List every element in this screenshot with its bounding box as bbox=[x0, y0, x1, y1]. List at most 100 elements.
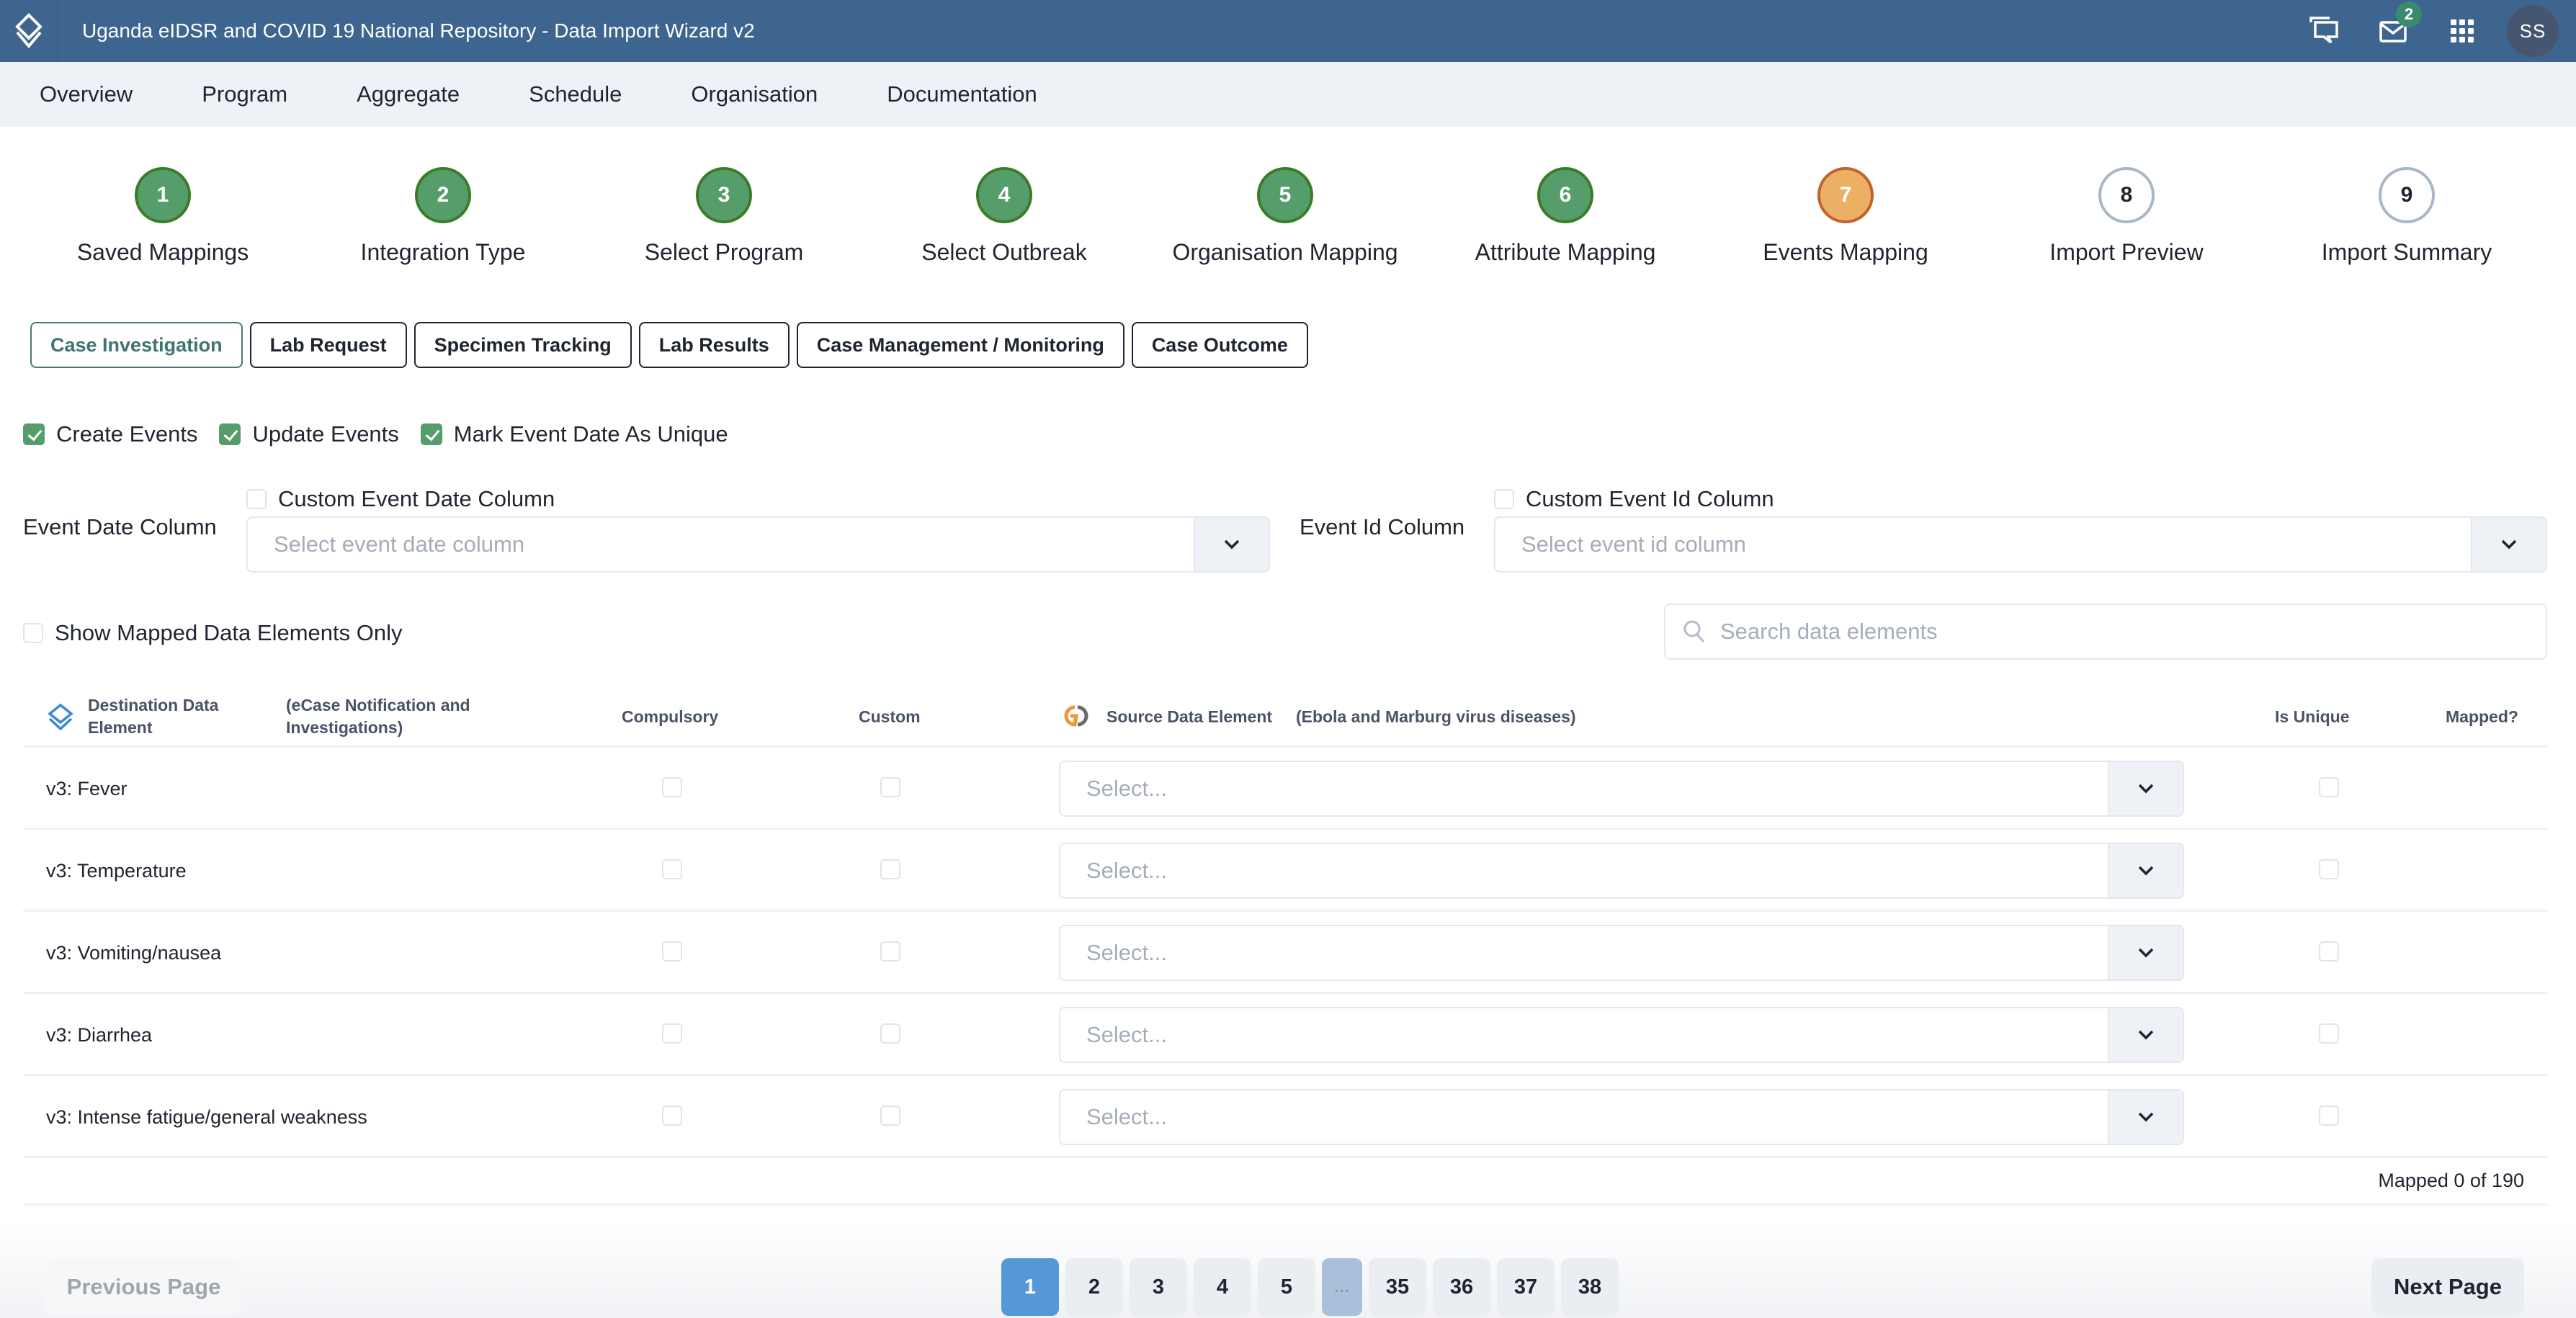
show-mapped-only-option[interactable]: Show Mapped Data Elements Only bbox=[23, 620, 402, 646]
custom-event-id-option[interactable]: Custom Event Id Column bbox=[1494, 486, 1774, 512]
destination-element-name: v3: Intense fatigue/general weakness bbox=[46, 1106, 367, 1128]
custom-checkbox[interactable] bbox=[880, 777, 900, 797]
step-select-outbreak[interactable]: 4 Select Outbreak bbox=[875, 167, 1134, 266]
event-id-column-select[interactable]: Select event id column bbox=[1494, 516, 2547, 573]
page-ellipsis[interactable]: ... bbox=[1322, 1258, 1362, 1316]
page-button-1[interactable]: 1 bbox=[1001, 1258, 1059, 1316]
is-unique-checkbox[interactable] bbox=[2319, 1023, 2339, 1044]
page-button-2[interactable]: 2 bbox=[1065, 1258, 1123, 1316]
show-mapped-only-checkbox[interactable] bbox=[23, 623, 43, 643]
source-element-select[interactable]: Select... bbox=[1059, 1007, 2184, 1063]
step-number: 5 bbox=[1257, 167, 1313, 223]
destination-element-name: v3: Diarrhea bbox=[46, 1023, 153, 1046]
source-select-placeholder: Select... bbox=[1086, 940, 1167, 965]
is-unique-checkbox[interactable] bbox=[2319, 777, 2339, 797]
source-data-element-header: Source Data Element bbox=[1106, 707, 1273, 726]
custom-checkbox[interactable] bbox=[880, 1023, 900, 1044]
step-attribute-mapping[interactable]: 6 Attribute Mapping bbox=[1436, 167, 1695, 266]
page-button-5[interactable]: 5 bbox=[1258, 1258, 1315, 1316]
chat-icon[interactable] bbox=[2289, 0, 2358, 62]
table-row: v3: Diarrhea Select... bbox=[23, 994, 2547, 1076]
compulsory-checkbox[interactable] bbox=[662, 1023, 682, 1044]
create-events-checkbox[interactable] bbox=[23, 423, 45, 445]
page-button-38[interactable]: 38 bbox=[1561, 1258, 1619, 1316]
page-button-4[interactable]: 4 bbox=[1194, 1258, 1251, 1316]
custom-event-date-option[interactable]: Custom Event Date Column bbox=[246, 486, 555, 512]
event-options: Create Events Update Events Mark Event D… bbox=[23, 421, 750, 447]
search-data-elements[interactable] bbox=[1664, 604, 2547, 660]
page-button-3[interactable]: 3 bbox=[1130, 1258, 1187, 1316]
chevron-down-icon[interactable] bbox=[2471, 518, 2546, 571]
mark-event-date-unique-option[interactable]: Mark Event Date As Unique bbox=[420, 421, 728, 447]
step-import-preview[interactable]: 8 Import Preview bbox=[1997, 167, 2256, 266]
tab-specimen-tracking[interactable]: Specimen Tracking bbox=[413, 322, 632, 368]
source-program-icon bbox=[1059, 703, 1094, 732]
page-button-36[interactable]: 36 bbox=[1433, 1258, 1490, 1316]
step-events-mapping[interactable]: 7 Events Mapping bbox=[1716, 167, 1975, 266]
mapped-count: Mapped 0 of 190 bbox=[2378, 1170, 2524, 1191]
tab-lab-results[interactable]: Lab Results bbox=[638, 322, 790, 368]
is-unique-checkbox[interactable] bbox=[2319, 859, 2339, 879]
page-button-35[interactable]: 35 bbox=[1369, 1258, 1426, 1316]
event-date-column-select[interactable]: Select event date column bbox=[246, 516, 1270, 573]
step-number: 9 bbox=[2379, 167, 2435, 223]
custom-event-id-checkbox[interactable] bbox=[1494, 489, 1514, 509]
source-element-select[interactable]: Select... bbox=[1059, 1089, 2184, 1145]
table-row: v3: Temperature Select... bbox=[23, 830, 2547, 912]
nav-item-program[interactable]: Program bbox=[202, 81, 287, 107]
destination-program-header: (eCase Notification and Investigations) bbox=[286, 696, 470, 737]
source-element-select[interactable]: Select... bbox=[1059, 761, 2184, 817]
previous-page-button[interactable]: Previous Page bbox=[46, 1258, 241, 1316]
chevron-down-icon[interactable] bbox=[2108, 1090, 2183, 1144]
nav-item-overview[interactable]: Overview bbox=[40, 81, 133, 107]
compulsory-checkbox[interactable] bbox=[662, 777, 682, 797]
app-title: Uganda eIDSR and COVID 19 National Repos… bbox=[82, 19, 755, 42]
step-select-program[interactable]: 3 Select Program bbox=[594, 167, 854, 266]
source-element-select[interactable]: Select... bbox=[1059, 925, 2184, 981]
step-saved-mappings[interactable]: 1 Saved Mappings bbox=[33, 167, 292, 266]
step-number: 2 bbox=[415, 167, 471, 223]
custom-checkbox[interactable] bbox=[880, 1106, 900, 1126]
chevron-down-icon[interactable] bbox=[2108, 1008, 2183, 1062]
tab-case-investigation[interactable]: Case Investigation bbox=[30, 322, 243, 368]
page-button-37[interactable]: 37 bbox=[1497, 1258, 1555, 1316]
user-avatar[interactable]: SS bbox=[2507, 5, 2559, 57]
step-import-summary[interactable]: 9 Import Summary bbox=[2277, 167, 2536, 266]
tab-case-management-monitoring[interactable]: Case Management / Monitoring bbox=[796, 322, 1124, 368]
nav-item-documentation[interactable]: Documentation bbox=[887, 81, 1037, 107]
table-row: v3: Intense fatigue/general weakness Sel… bbox=[23, 1076, 2547, 1158]
update-events-checkbox[interactable] bbox=[219, 423, 241, 445]
tab-case-outcome[interactable]: Case Outcome bbox=[1131, 322, 1308, 368]
step-label: Import Preview bbox=[2049, 239, 2204, 265]
chevron-down-icon[interactable] bbox=[1194, 518, 1269, 571]
nav-item-aggregate[interactable]: Aggregate bbox=[357, 81, 460, 107]
nav-item-schedule[interactable]: Schedule bbox=[529, 81, 622, 107]
destination-element-name: v3: Temperature bbox=[46, 859, 187, 882]
update-events-option[interactable]: Update Events bbox=[219, 421, 399, 447]
chevron-down-icon[interactable] bbox=[2108, 926, 2183, 979]
compulsory-checkbox[interactable] bbox=[662, 1106, 682, 1126]
create-events-option[interactable]: Create Events bbox=[23, 421, 197, 447]
source-element-select[interactable]: Select... bbox=[1059, 843, 2184, 899]
source-select-placeholder: Select... bbox=[1086, 776, 1167, 801]
is-unique-checkbox[interactable] bbox=[2319, 1106, 2339, 1126]
custom-checkbox[interactable] bbox=[880, 941, 900, 961]
custom-event-date-checkbox[interactable] bbox=[246, 489, 267, 509]
app-logo-icon[interactable] bbox=[0, 0, 58, 62]
tab-lab-request[interactable]: Lab Request bbox=[249, 322, 407, 368]
custom-checkbox[interactable] bbox=[880, 859, 900, 879]
mark-event-date-unique-checkbox[interactable] bbox=[420, 423, 442, 445]
apps-grid-icon[interactable] bbox=[2428, 0, 2497, 62]
is-unique-checkbox[interactable] bbox=[2319, 941, 2339, 961]
step-organisation-mapping[interactable]: 5 Organisation Mapping bbox=[1155, 167, 1415, 266]
custom-event-id-label: Custom Event Id Column bbox=[1526, 486, 1774, 511]
compulsory-checkbox[interactable] bbox=[662, 941, 682, 961]
step-integration-type[interactable]: 2 Integration Type bbox=[313, 167, 573, 266]
compulsory-checkbox[interactable] bbox=[662, 859, 682, 879]
next-page-button[interactable]: Next Page bbox=[2371, 1258, 2524, 1316]
mail-icon[interactable]: 2 bbox=[2358, 0, 2428, 62]
search-input[interactable] bbox=[1720, 619, 2546, 645]
chevron-down-icon[interactable] bbox=[2108, 844, 2183, 897]
chevron-down-icon[interactable] bbox=[2108, 762, 2183, 815]
nav-item-organisation[interactable]: Organisation bbox=[691, 81, 818, 107]
